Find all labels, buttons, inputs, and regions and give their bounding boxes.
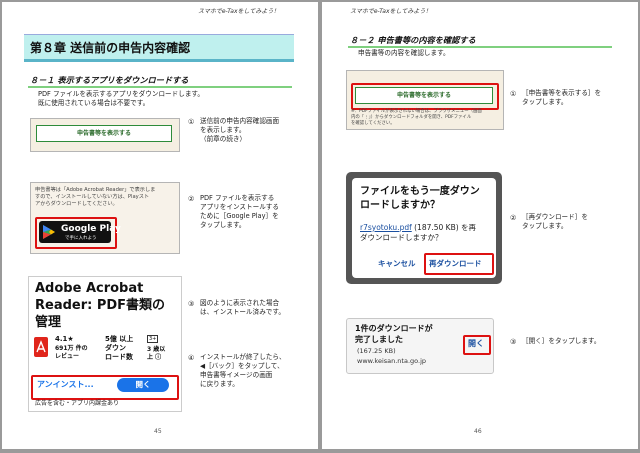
page-number: 46 [474,428,482,435]
age-rating-badge: 3+ [147,335,159,343]
open-button[interactable]: 開く [117,378,169,392]
step1-line: タップします。 [522,98,568,106]
step-number: ② [510,214,517,222]
page-number: 45 [154,428,162,435]
step2-line: タップします。 [522,222,568,230]
google-play-icon [43,225,55,239]
section-title: ８－２ 申告書等の内容を確認する [350,35,476,45]
file-size-text: (187.50 KB) を再 [411,223,477,232]
screenshot-redownload-dialog: ファイルをもう一度ダウン ロードしますか？ r7syotoku.pdf (187… [346,172,502,284]
app-title-line: Adobe Acrobat [35,281,144,296]
screenshot-confirm-screen: 申告書等を表示する [30,118,180,152]
show-documents-button[interactable]: 申告書等を表示する [36,125,172,142]
step-number: ② [188,195,195,203]
site-url: www.keisan.nta.go.jp [357,357,427,365]
section-title: ８－１ 表示するアプリをダウンロードする [30,75,189,85]
step4-line: 申告書等イメージの画面 [200,371,273,379]
screenshot-show-documents: 申告書等を表示する ※：PDFファイルが表示されない場合は、ブラウザメニュー（画… [346,70,504,130]
section-underline [348,46,612,48]
step3-line: は、インストール済みです。 [200,308,285,316]
complete-line: 完了しました [355,335,403,344]
complete-message: 1件のダウンロードが 完了しました [355,323,433,345]
step2-line: タップします。 [200,221,246,229]
step1-line: （前章の続き） [200,135,247,143]
left-page: スマホでe-Taxをしてみよう！ 第８章 送信前の申告内容確認 ８－１ 表示する… [2,2,318,449]
intro-text: 申告書等の内容を確認します。 [358,49,450,57]
intro-line-2: 既に使用されている場合は不要です。 [38,99,150,107]
acrobat-icon [34,337,48,357]
step1-line: ［申告書等を表示する］を [522,89,602,97]
redownload-button[interactable]: 再ダウンロード [429,258,482,269]
open-button[interactable]: 開く [468,338,484,349]
reviews-line: レビュー [55,353,80,360]
step-number: ① [188,118,195,126]
app-title-line: 管理 [35,315,62,330]
notice-line: すので、インストールしていない方は、Playスト [35,194,150,200]
file-link[interactable]: r7syotoku.pdf [360,223,412,232]
notice-line: 申告書等は「Adobe Acrobat Reader」で表示しま [35,187,156,193]
step-number: ③ [510,338,517,346]
age-line: 3 歳以 [147,346,166,353]
dialog-message-line2: ダウンロードしますか？ [360,233,443,242]
running-header: スマホでe-Taxをしてみよう！ [198,8,280,15]
downloads: 5億 以上 ダウン ロード数 [105,335,133,362]
step4-line: インストールが終了したら、 [200,353,286,361]
complete-line: 1件のダウンロードが [355,324,433,333]
badge-subtitle: で手に入れよう [65,236,97,241]
screenshot-play-store: Adobe Acrobat Reader: PDF書類の 管理 4.1★ 691… [28,276,182,412]
step4-line: に戻ります。 [200,380,239,388]
uninstall-button[interactable]: アンインスト... [37,379,94,390]
step-number: ① [510,90,517,98]
step2-line: ために［Google Play］を [200,212,279,220]
step1-line: を表示します。 [200,126,246,134]
screenshot-download-complete: 1件のダウンロードが 完了しました (167.25 KB) www.keisan… [346,318,494,374]
age-rating: 3 歳以 上 ⓘ [147,346,165,362]
running-header: スマホでe-Taxをしてみよう！ [350,8,432,15]
step1-line: 送信前の申告内容確認画面 [200,117,280,125]
note-line: を確認してください。 [351,121,395,126]
right-page: スマホでe-Taxをしてみよう！ ８－２ 申告書等の内容を確認する 申告書等の内… [322,2,638,449]
reviews-line: 691万 件の [55,345,88,352]
downloads-line: ダウン [105,344,126,352]
app-title: Adobe Acrobat Reader: PDF書類の 管理 [35,280,165,331]
downloads-line: 5億 以上 [105,335,134,343]
step-number: ④ [188,354,195,362]
ads-notice: 広告を含む・アプリ内課金あり [35,400,120,407]
app-title-line: Reader: PDF書類の [35,298,166,313]
chapter-title: 第８章 送信前の申告内容確認 [30,41,191,55]
notice-line: アからダウンロードしてください。 [35,201,118,207]
step3-line: 図のように表示された場合 [200,299,280,307]
dialog-title-line: ロードしますか？ [360,200,440,211]
file-size: (167.25 KB) [357,347,396,355]
step3-line: ［開く］をタップします。 [522,337,601,345]
screenshot-acrobat-notice: 申告書等は「Adobe Acrobat Reader」で表示しま すので、インス… [30,182,180,254]
step2-line: PDF ファイルを表示する [200,194,275,202]
intro-line-1: PDF ファイルを表示するアプリをダウンロードします。 [38,90,204,98]
chapter-title-bar: 第８章 送信前の申告内容確認 [24,34,294,62]
redownload-dialog: ファイルをもう一度ダウン ロードしますか？ r7syotoku.pdf (187… [352,178,496,278]
badge-title: Google Play [61,224,121,234]
step-number: ③ [188,300,195,308]
reviews: 691万 件の レビュー [55,345,88,361]
cancel-button[interactable]: キャンセル [378,258,416,269]
show-documents-button[interactable]: 申告書等を表示する [355,87,493,104]
downloads-line: ロード数 [105,353,133,361]
age-line: 上 ⓘ [147,354,162,361]
step4-line: ◀［バック］をタップして、 [200,362,284,370]
step2-line: アプリをインストールする [200,203,279,211]
rating: 4.1★ [55,335,74,343]
dialog-title-line: ファイルをもう一度ダウン [360,186,480,197]
step2-line: ［再ダウンロード］を [522,213,588,221]
section-underline [28,86,292,88]
google-play-badge[interactable]: Google Play で手に入れよう [39,221,121,243]
